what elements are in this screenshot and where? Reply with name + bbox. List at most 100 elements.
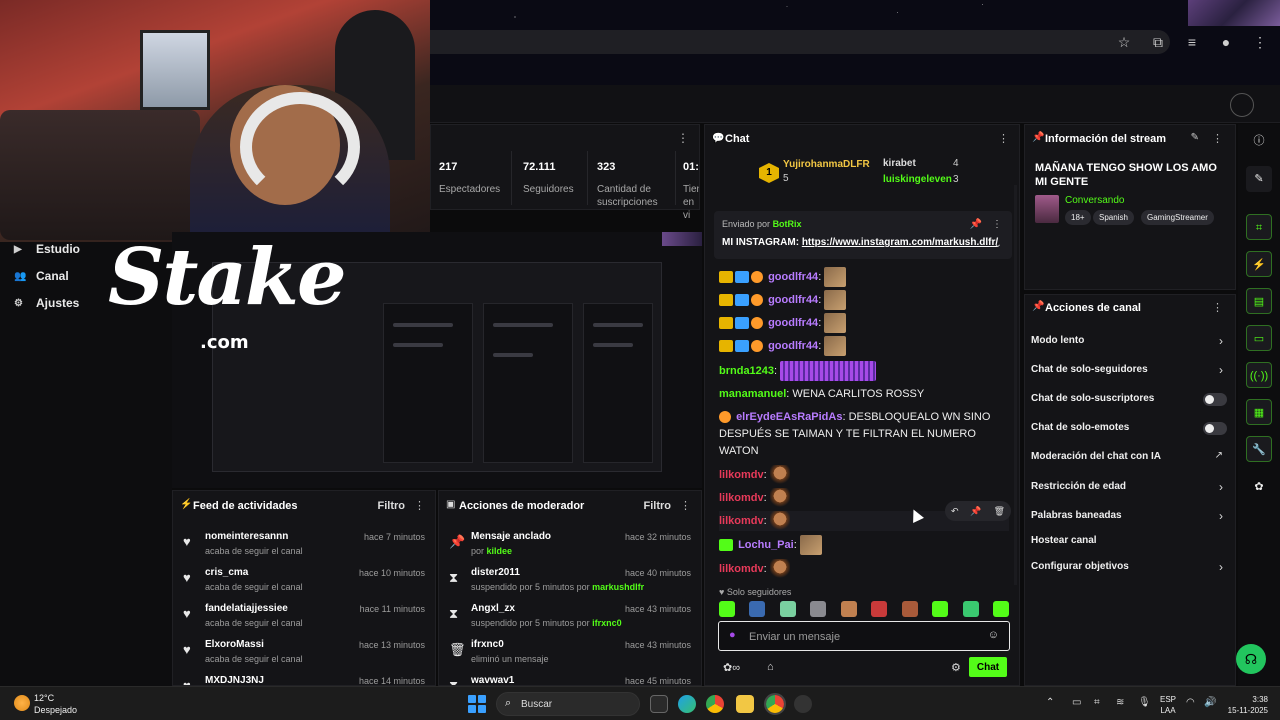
- emote-button[interactable]: [932, 601, 949, 617]
- chat-message[interactable]: goodlfr44:: [719, 267, 1009, 287]
- gifter-name[interactable]: kirabet: [883, 158, 916, 169]
- stream-preview[interactable]: [172, 232, 702, 488]
- language-indicator[interactable]: ESP LAA: [1160, 694, 1176, 716]
- undo-icon[interactable]: ↶: [951, 506, 959, 517]
- list-item[interactable]: 🗑 ifrxnc0 eliminó un mensaje hace 43 min…: [439, 635, 701, 671]
- help-button[interactable]: ☊: [1236, 644, 1266, 674]
- extensions-icon[interactable]: ⧉: [1148, 32, 1168, 52]
- chat-message[interactable]: elrEydeEAsRaPidAs: DESBLOQUEALO WN SINO …: [719, 409, 1009, 460]
- list-item[interactable]: ⧗ dister2011 suspendido por 5 minutos po…: [439, 563, 701, 599]
- task-view-icon[interactable]: [650, 695, 668, 713]
- info-icon[interactable]: ⓘ: [1246, 128, 1272, 154]
- clock[interactable]: 3:38 15-11-2025: [1222, 694, 1268, 716]
- apps-icon[interactable]: ✿: [1246, 474, 1272, 500]
- layout-icon[interactable]: ▦: [1246, 399, 1272, 425]
- tag[interactable]: GamingStreamer: [1141, 210, 1214, 225]
- mic-icon[interactable]: 🎙: [1138, 697, 1151, 708]
- kick-points-icon[interactable]: ✿∞: [723, 661, 740, 674]
- app-tray-icon[interactable]: ▭: [1072, 697, 1081, 708]
- clip-icon[interactable]: ⌗: [1246, 214, 1272, 240]
- edit-icon[interactable]: ✎: [1191, 132, 1199, 143]
- network-icon[interactable]: ≋: [1116, 697, 1124, 708]
- kebab-menu-icon[interactable]: ⋮: [414, 499, 425, 512]
- chat-message[interactable]: Lochu_Pai:: [719, 535, 1009, 555]
- profile-icon[interactable]: ●: [1216, 32, 1236, 52]
- kebab-menu-icon[interactable]: ⋮: [677, 131, 689, 145]
- list-item[interactable]: ♥ MXDJNJ3NJ hace 14 minutos: [173, 671, 435, 685]
- action-configure-goals[interactable]: Configurar objetivos ›: [1031, 557, 1227, 579]
- list-item[interactable]: ⧗ wavwav1 hace 45 minutos: [439, 671, 701, 685]
- chat-message[interactable]: lilkomdv:: [719, 559, 1009, 579]
- toggle-switch[interactable]: [1203, 393, 1227, 406]
- volume-icon[interactable]: 🔊: [1204, 697, 1216, 708]
- grid-tray-icon[interactable]: ⌗: [1094, 697, 1100, 708]
- top-gifter-name[interactable]: YujirohanmaDLFR: [783, 159, 870, 170]
- wifi-icon[interactable]: ◠: [1186, 697, 1195, 708]
- emote-button[interactable]: [871, 601, 888, 617]
- kebab-menu-icon[interactable]: ⋮: [998, 132, 1009, 145]
- filter-button[interactable]: Filtro: [644, 500, 672, 512]
- chevron-up-icon[interactable]: ⌃: [1046, 697, 1054, 708]
- action-followers-only[interactable]: Chat de solo-seguidores ›: [1031, 360, 1227, 382]
- action-slow-mode[interactable]: Modo lento ›: [1031, 331, 1227, 353]
- file-explorer-icon[interactable]: [736, 695, 754, 713]
- list-item[interactable]: ⧗ Angxl_zx suspendido por 5 minutos por …: [439, 599, 701, 635]
- pin-icon[interactable]: 📌: [970, 506, 981, 517]
- chat-message[interactable]: manamanuel: WENA CARLITOS ROSSY: [719, 386, 1009, 403]
- emote-button[interactable]: [810, 601, 827, 617]
- chat-message[interactable]: goodlfr44:: [719, 290, 1009, 310]
- store-icon[interactable]: ⌂: [767, 661, 774, 673]
- kebab-menu-icon[interactable]: ⋮: [992, 219, 1002, 230]
- emoji-icon[interactable]: ☺: [988, 629, 999, 641]
- category-link[interactable]: Conversando: [1065, 195, 1124, 206]
- chevron-down-icon[interactable]: ⌄: [994, 239, 1002, 250]
- avatar[interactable]: [1230, 93, 1254, 117]
- sidebar-item-ajustes[interactable]: ⚙ Ajustes: [14, 296, 79, 310]
- gear-icon[interactable]: ⚙: [951, 661, 961, 674]
- taskbar-search[interactable]: ⌕ Buscar: [496, 692, 640, 716]
- chat-message[interactable]: brnda1243:: [719, 361, 1009, 381]
- lightning-icon[interactable]: ⚡: [1246, 251, 1272, 277]
- document-icon[interactable]: ▤: [1246, 288, 1272, 314]
- address-bar[interactable]: [430, 30, 1170, 54]
- emote-button[interactable]: [992, 601, 1009, 617]
- action-subscribers-only[interactable]: Chat de solo-suscriptores: [1031, 389, 1227, 411]
- emote-button[interactable]: [719, 601, 735, 617]
- tag[interactable]: Spanish: [1093, 210, 1134, 225]
- list-item[interactable]: 📌 Mensaje anclado por kildee hace 32 min…: [439, 527, 701, 563]
- chat-icon[interactable]: ▭: [1246, 325, 1272, 351]
- pinned-message[interactable]: Enviado por BotRix 📌 ⋮ MI INSTAGRAM: htt…: [714, 211, 1012, 259]
- list-item[interactable]: ♥ cris_cma acaba de seguir el canal hace…: [173, 563, 435, 599]
- action-emotes-only[interactable]: Chat de solo-emotes: [1031, 418, 1227, 440]
- kebab-menu-icon[interactable]: ⋮: [1250, 32, 1270, 52]
- emote-button[interactable]: [840, 601, 857, 617]
- filter-button[interactable]: Filtro: [378, 500, 406, 512]
- list-item[interactable]: ♥ fandelatiajjessiee acaba de seguir el …: [173, 599, 435, 635]
- wrench-icon[interactable]: 🔧: [1246, 436, 1272, 462]
- tag[interactable]: 18+: [1065, 210, 1091, 225]
- kebab-menu-icon[interactable]: ⋮: [680, 499, 691, 512]
- toggle-switch[interactable]: [1203, 422, 1227, 435]
- trash-icon[interactable]: 🗑: [994, 506, 1005, 517]
- chrome-active-icon[interactable]: [764, 693, 786, 715]
- emote-button[interactable]: [749, 601, 766, 617]
- list-item[interactable]: ♥ nomeinteresannn acaba de seguir el can…: [173, 527, 435, 563]
- star-icon[interactable]: ☆: [1114, 32, 1134, 52]
- chat-message[interactable]: lilkomdv:: [719, 465, 1009, 485]
- broadcast-icon[interactable]: ((·)): [1246, 362, 1272, 388]
- sidebar-item-estudio[interactable]: ▶ Estudio: [14, 242, 80, 256]
- obs-icon[interactable]: [794, 695, 812, 713]
- emote-button[interactable]: [901, 601, 918, 617]
- action-age-restriction[interactable]: Restricción de edad ›: [1031, 477, 1227, 499]
- start-button[interactable]: [468, 695, 486, 713]
- mic-icon[interactable]: ●: [729, 629, 736, 641]
- edit-icon[interactable]: ✎: [1246, 166, 1272, 192]
- chat-input[interactable]: [749, 628, 979, 646]
- tab-search-icon[interactable]: ≡: [1182, 32, 1202, 52]
- action-host-channel[interactable]: Hostear canal: [1031, 531, 1227, 553]
- chat-message[interactable]: goodlfr44:: [719, 336, 1009, 356]
- sidebar-item-canal[interactable]: 👥 Canal: [14, 269, 69, 283]
- pin-icon[interactable]: 📌: [970, 219, 982, 230]
- action-banned-words[interactable]: Palabras baneadas ›: [1031, 506, 1227, 528]
- chrome-icon[interactable]: [706, 695, 724, 713]
